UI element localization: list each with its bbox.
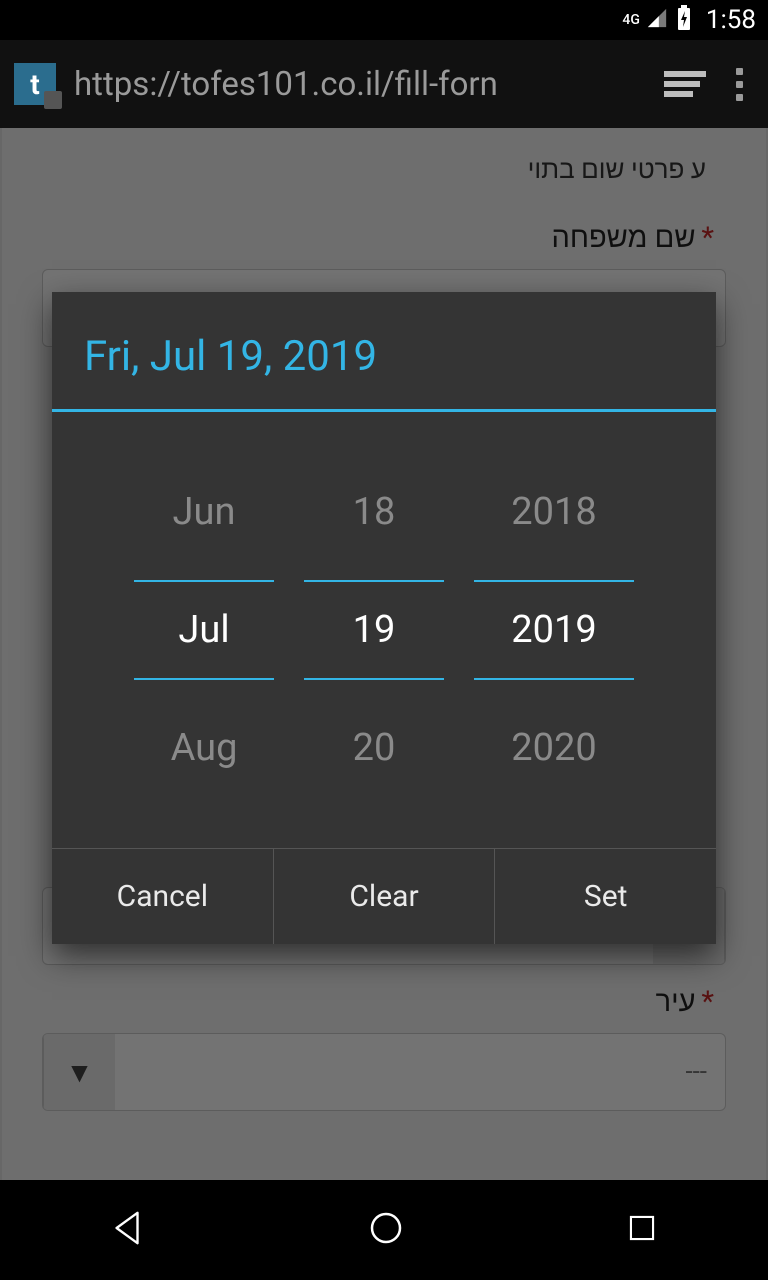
status-bar: 4G 1:58 bbox=[0, 0, 768, 40]
url-bar[interactable]: https://tofes101.co.il/fill-forn bbox=[74, 65, 646, 104]
date-picker-spinners: Jun Jul Aug 18 19 20 2018 2019 2020 bbox=[52, 412, 716, 848]
month-next[interactable]: Aug bbox=[134, 710, 274, 786]
network-4g-label: 4G bbox=[622, 12, 640, 28]
month-selected[interactable]: Jul bbox=[134, 580, 274, 680]
overflow-menu-icon[interactable] bbox=[724, 68, 754, 101]
clear-button[interactable]: Clear bbox=[274, 849, 496, 944]
android-nav-bar bbox=[0, 1180, 768, 1280]
lock-icon bbox=[44, 91, 62, 109]
recents-icon[interactable] bbox=[625, 1211, 659, 1249]
cancel-button[interactable]: Cancel bbox=[52, 849, 274, 944]
day-selected[interactable]: 19 bbox=[304, 580, 444, 680]
date-picker-header: Fri, Jul 19, 2019 bbox=[52, 292, 716, 412]
month-spinner[interactable]: Jun Jul Aug bbox=[134, 474, 274, 786]
year-selected[interactable]: 2019 bbox=[474, 580, 634, 680]
status-clock: 1:58 bbox=[706, 5, 756, 35]
browser-toolbar: t https://tofes101.co.il/fill-forn bbox=[0, 40, 768, 128]
month-prev[interactable]: Jun bbox=[134, 474, 274, 550]
set-button[interactable]: Set bbox=[495, 849, 716, 944]
year-prev[interactable]: 2018 bbox=[474, 474, 634, 550]
date-picker-dialog: Fri, Jul 19, 2019 Jun Jul Aug 18 19 20 2… bbox=[52, 292, 716, 944]
site-favicon: t bbox=[14, 63, 56, 105]
day-spinner[interactable]: 18 19 20 bbox=[304, 474, 444, 786]
back-icon[interactable] bbox=[109, 1209, 147, 1251]
day-next[interactable]: 20 bbox=[304, 710, 444, 786]
home-icon[interactable] bbox=[366, 1208, 406, 1252]
tabs-icon[interactable] bbox=[664, 69, 706, 99]
battery-charging-icon bbox=[676, 5, 692, 35]
year-spinner[interactable]: 2018 2019 2020 bbox=[474, 474, 634, 786]
year-next[interactable]: 2020 bbox=[474, 710, 634, 786]
date-picker-buttons: Cancel Clear Set bbox=[52, 848, 716, 944]
signal-icon bbox=[646, 7, 668, 33]
day-prev[interactable]: 18 bbox=[304, 474, 444, 550]
